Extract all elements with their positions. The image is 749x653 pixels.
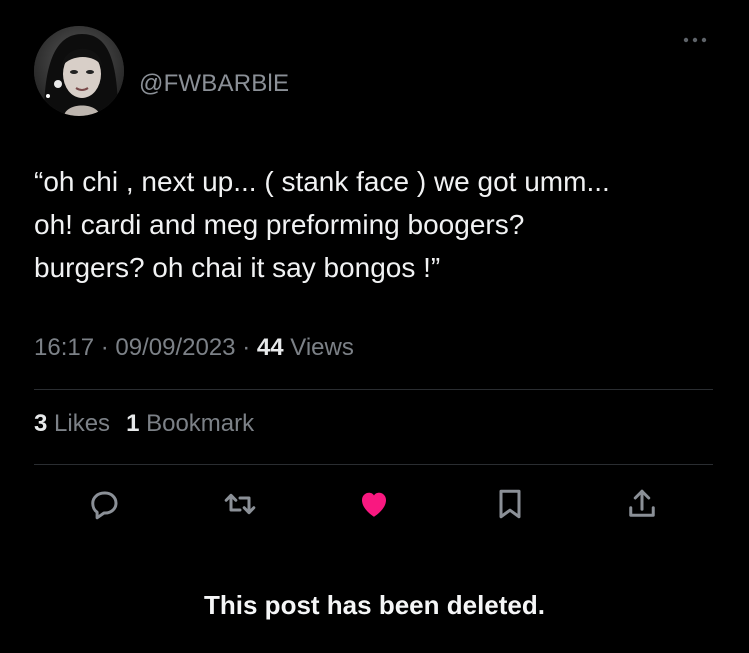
views-label: Views (290, 334, 354, 361)
bookmarks-count: 1 (126, 410, 140, 437)
heart-icon (362, 492, 386, 517)
bookmark-button[interactable] (492, 486, 528, 522)
tweet-time[interactable]: 16:17 (34, 334, 94, 361)
tweet-date[interactable]: 09/09/2023 (115, 334, 235, 361)
tweet-line: oh! cardi and meg preforming boogers? (34, 209, 525, 240)
share-button[interactable] (624, 486, 660, 522)
bookmarks-stat[interactable]: 1 Bookmark (126, 410, 254, 437)
tweet-line: burgers? oh chai it say bongos !” (34, 252, 441, 283)
meta-separator: · (242, 334, 251, 361)
tweet-text: “oh chi , next up... ( stank face ) we g… (34, 160, 724, 289)
avatar-image (34, 26, 124, 116)
author-handle[interactable]: @FWBARBlE (139, 70, 289, 98)
views-count: 44 (256, 334, 284, 361)
reply-icon (91, 491, 118, 520)
bookmark-icon (499, 489, 521, 519)
deleted-notice: This post has been deleted. (204, 590, 545, 620)
tweet-meta: 16:17 · 09/09/2023 · 44 Views (34, 334, 354, 362)
likes-stat[interactable]: 3 Likes (34, 410, 110, 437)
meta-separator: · (100, 334, 109, 361)
engagement-stats: 3 Likes 1 Bookmark (34, 410, 254, 438)
retweet-icon (224, 493, 256, 515)
more-options-icon[interactable] (683, 36, 707, 44)
avatar[interactable] (34, 26, 124, 116)
retweet-button[interactable] (222, 486, 258, 522)
tweet-line: “oh chi , next up... ( stank face ) we g… (34, 166, 610, 197)
reply-button[interactable] (86, 486, 122, 522)
like-button[interactable] (356, 486, 392, 522)
likes-count: 3 (34, 410, 48, 437)
share-icon (629, 489, 655, 517)
likes-label: Likes (54, 410, 111, 437)
divider (34, 464, 713, 465)
bookmarks-label: Bookmark (146, 410, 255, 437)
divider (34, 389, 713, 390)
